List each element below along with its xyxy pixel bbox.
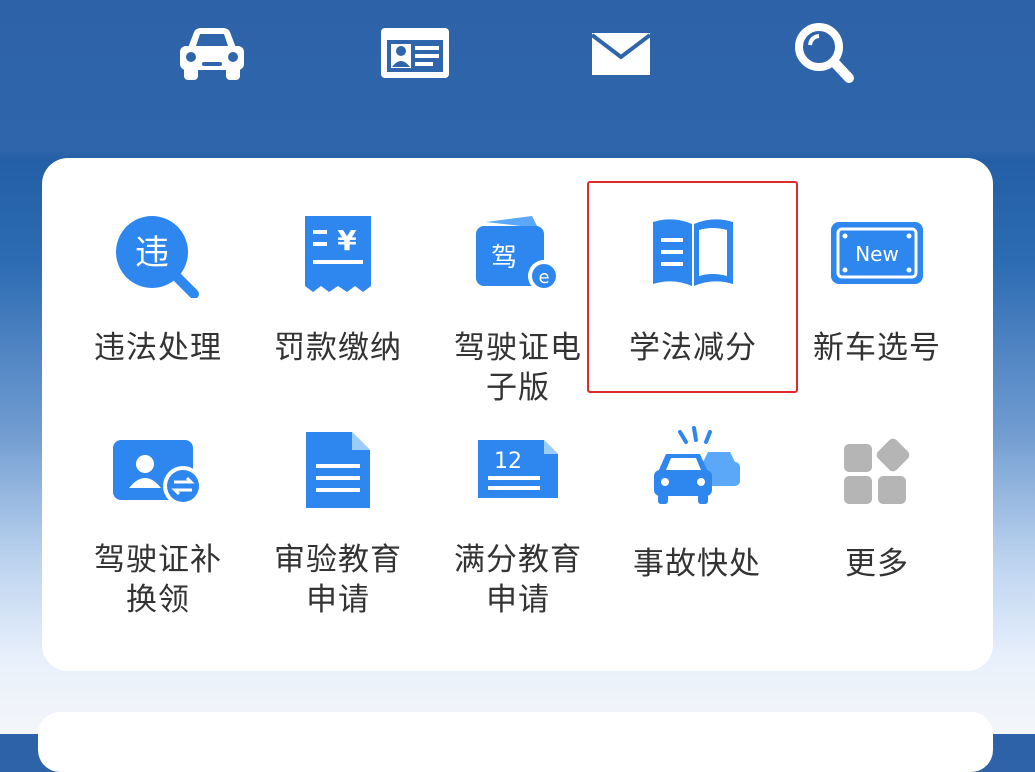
calendar-12-icon: 12 bbox=[476, 436, 560, 506]
document-icon bbox=[304, 430, 372, 514]
service-label: 事故快处 bbox=[633, 546, 761, 582]
svg-text:e: e bbox=[538, 267, 549, 288]
service-more[interactable]: 更多 bbox=[787, 420, 967, 620]
accident-icon bbox=[650, 424, 744, 516]
service-label: 罚款缴纳 bbox=[274, 330, 402, 366]
service-inspection-education-apply[interactable]: 审验教育 申请 bbox=[248, 420, 428, 620]
more-grid-icon bbox=[842, 438, 912, 512]
service-license-replacement[interactable]: 驾驶证补 换领 bbox=[68, 420, 248, 620]
service-fine-payment[interactable]: ¥ 罚款缴纳 bbox=[248, 200, 428, 400]
next-card bbox=[38, 712, 993, 772]
service-label: 审验教育 申请 bbox=[274, 542, 402, 618]
violation-search-icon: 违 bbox=[114, 214, 202, 302]
svg-text:12: 12 bbox=[494, 449, 522, 474]
e-license-icon: 驾 e bbox=[472, 214, 564, 300]
new-plate-icon: New bbox=[829, 220, 925, 290]
id-card-icon[interactable] bbox=[375, 22, 455, 86]
service-label: 新车选号 bbox=[813, 330, 941, 366]
service-full-score-education-apply[interactable]: 12 满分教育 申请 bbox=[428, 420, 608, 620]
service-label: 更多 bbox=[845, 546, 909, 582]
svg-text:违: 违 bbox=[135, 233, 169, 273]
service-label: 满分教育 申请 bbox=[454, 542, 582, 618]
service-label: 驾驶证补 换领 bbox=[94, 542, 222, 618]
search-icon[interactable] bbox=[785, 22, 865, 86]
service-new-car-plate-selection[interactable]: New 新车选号 bbox=[787, 200, 967, 400]
service-accident-quick-handling[interactable]: 事故快处 bbox=[607, 420, 787, 620]
service-label: 驾驶证电 子版 bbox=[454, 330, 582, 406]
svg-text:¥: ¥ bbox=[337, 224, 357, 257]
car-icon[interactable] bbox=[172, 22, 252, 86]
top-navigation-bar bbox=[0, 0, 1035, 150]
svg-text:驾: 驾 bbox=[491, 243, 517, 273]
license-exchange-icon bbox=[111, 436, 205, 512]
service-e-license[interactable]: 驾 e 驾驶证电 子版 bbox=[428, 200, 608, 406]
fine-receipt-icon: ¥ bbox=[303, 214, 373, 298]
mail-icon[interactable] bbox=[581, 22, 661, 86]
service-violation-handling[interactable]: 违 违法处理 bbox=[68, 200, 248, 400]
highlight-box bbox=[587, 181, 798, 393]
svg-text:New: New bbox=[855, 242, 899, 266]
service-label: 违法处理 bbox=[94, 330, 222, 366]
